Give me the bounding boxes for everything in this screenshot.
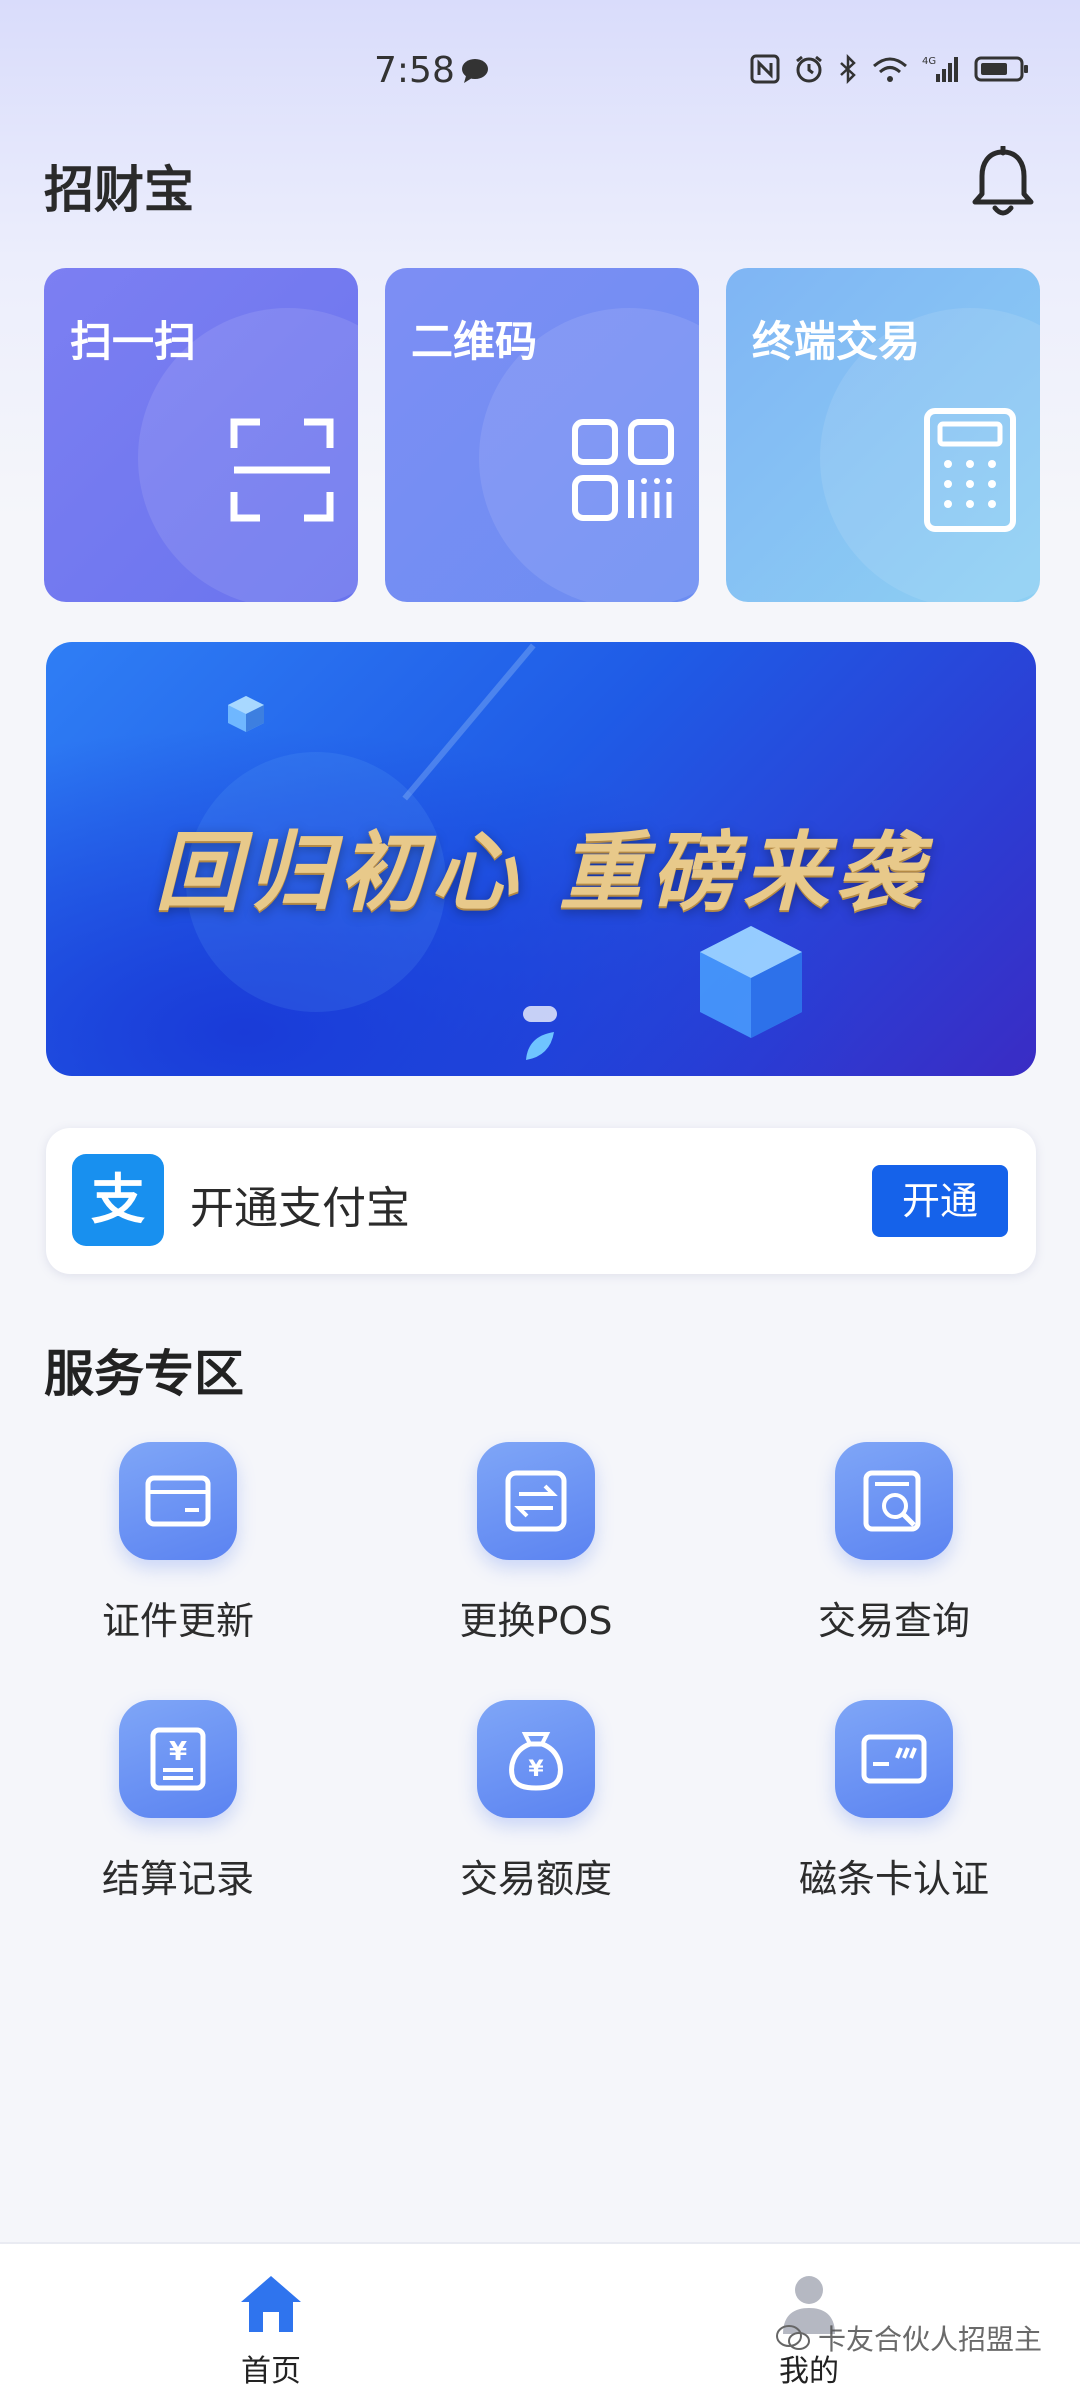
service-trade-query[interactable]: 交易查询 [744,1442,1044,1652]
service-label: 磁条卡认证 [798,1857,989,1901]
nfc-icon [750,54,780,84]
alipay-card[interactable]: 支 开通支付宝 开通 [46,1128,1036,1274]
svg-text:支: 支 [91,1168,145,1231]
alarm-icon [796,55,822,83]
svg-text:¥: ¥ [169,1737,187,1767]
service-label: 交易额度 [459,1857,612,1901]
svg-text:¥: ¥ [528,1757,544,1782]
chat-icon [462,59,488,83]
bank-card-icon [835,1700,953,1818]
app-screen: 7:58 4G 招财宝 扫一扫 二维码 终端交易 回归初心 重磅来袭 支 开通支… [0,0,1080,2387]
network-type: 4G [922,56,936,67]
tile-terminal-trade[interactable]: 终端交易 [726,268,1040,602]
bottom-nav: 首页 我的 [0,2242,1080,2387]
leaf-decoration-icon [526,1032,554,1060]
watermark-text: 卡友合伙人招盟主 [818,2323,1043,2356]
qr-code-icon [572,419,674,521]
alipay-label: 开通支付宝 [190,1183,410,1234]
watermark: 卡友合伙人招盟主 [776,2318,1042,2358]
swap-icon [477,1442,595,1560]
tile-qr-code-label: 二维码 [411,317,538,366]
promo-banner[interactable]: 回归初心 重磅来袭 [46,642,1036,1076]
money-bag-icon: ¥ [477,1700,595,1818]
settlement-receipt-icon: ¥ [119,1700,237,1818]
cube-decoration-icon [228,696,264,732]
banner-headline: 回归初心 重磅来袭 [155,822,927,923]
nav-home-label: 首页 [241,2354,301,2387]
cellular-signal-icon: 4G [922,56,958,82]
service-label: 证件更新 [101,1599,254,1643]
bluetooth-icon [840,54,856,84]
search-document-icon [835,1442,953,1560]
tile-terminal-trade-label: 终端交易 [752,317,921,366]
section-title-services: 服务专区 [44,1345,244,1403]
cube-decoration-icon [700,926,802,1038]
service-label: 更换POS [459,1599,613,1643]
status-time: 7:58 [374,50,455,91]
notification-bell-icon[interactable] [970,146,1036,218]
app-title: 招财宝 [44,161,194,219]
calculator-icon [924,408,1016,532]
tile-qr-code[interactable]: 二维码 [385,268,699,602]
service-replace-pos[interactable]: 更换POS [386,1442,686,1652]
alipay-icon: 支 [91,1168,145,1231]
tile-scan-label: 扫一扫 [70,317,197,366]
service-id-update[interactable]: 证件更新 [28,1442,328,1652]
banner-page-indicator [523,1006,557,1022]
scan-icon [230,418,334,522]
tile-scan[interactable]: 扫一扫 [44,268,358,602]
status-icons: 4G [750,54,1030,84]
wifi-icon [873,57,907,82]
service-label: 结算记录 [101,1857,254,1901]
service-magstripe-auth[interactable]: 磁条卡认证 [744,1700,1044,1910]
alipay-logo: 支 [72,1154,164,1246]
wechat-icon [776,2325,810,2350]
home-icon [241,2276,301,2332]
status-bar: 7:58 4G [0,0,1080,140]
alipay-open-button[interactable]: 开通 [872,1165,1008,1237]
battery-icon [974,56,1028,82]
service-label: 交易查询 [817,1599,970,1643]
service-trade-limit[interactable]: ¥ 交易额度 [386,1700,686,1910]
nav-home[interactable]: 首页 [206,2272,336,2387]
id-card-icon [119,1442,237,1560]
service-settlement-records[interactable]: ¥ 结算记录 [28,1700,328,1910]
